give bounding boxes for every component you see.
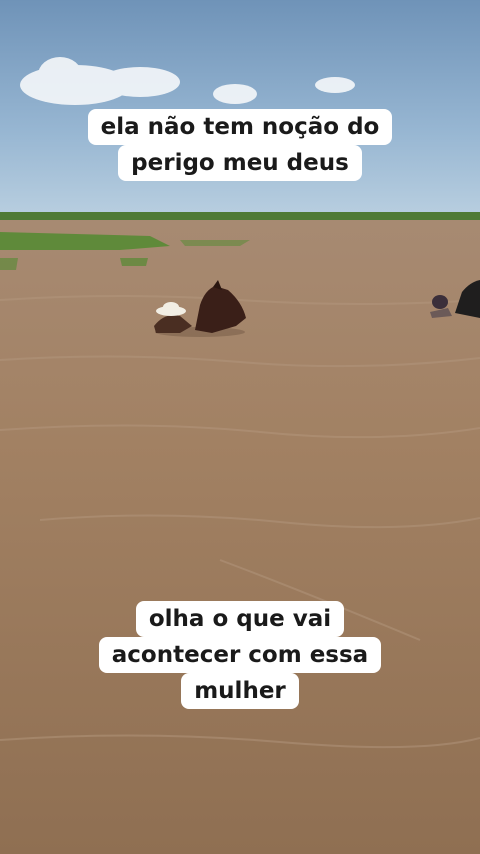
caption-top-line-1: ela não tem noção do	[87, 109, 393, 145]
caption-top: ela não tem noção do perigo meu deus	[0, 109, 480, 182]
caption-bottom-line-2: acontecer com essa	[98, 637, 382, 673]
caption-bottom: olha o que vai acontecer com essa mulher	[0, 601, 480, 710]
caption-top-line-2: perigo meu deus	[118, 145, 362, 181]
caption-bottom-line-3: mulher	[181, 673, 299, 709]
caption-bottom-line-1: olha o que vai	[135, 601, 345, 637]
